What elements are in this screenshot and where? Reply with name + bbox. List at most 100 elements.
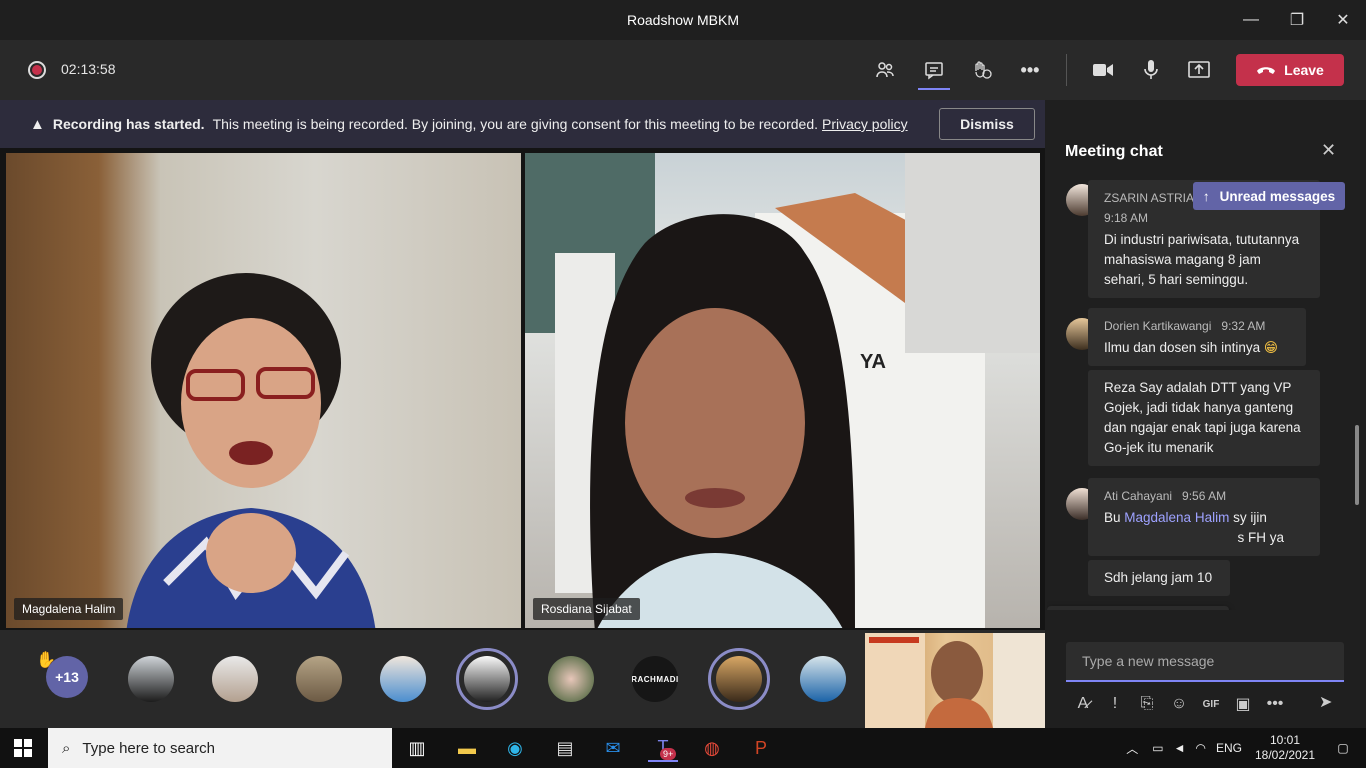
message-author: Ati Cahayani bbox=[1104, 489, 1173, 503]
arrow-up-icon: ↑ bbox=[1202, 188, 1210, 204]
participant-name-label: Rosdiana Sijabat bbox=[533, 598, 640, 620]
message-author: Dorien Kartikawangi bbox=[1104, 319, 1212, 333]
banner-title: Recording has started. bbox=[52, 116, 205, 132]
chevron-up-icon[interactable]: ︿ bbox=[1126, 740, 1138, 757]
notifications-icon[interactable]: ▢ bbox=[1320, 741, 1366, 755]
reactions-icon[interactable] bbox=[968, 57, 996, 83]
avatar[interactable] bbox=[128, 656, 174, 702]
chrome-icon[interactable]: ◍ bbox=[697, 734, 727, 762]
message-time: 9:32 AM bbox=[1221, 319, 1266, 333]
attach-icon[interactable]: ⎘ bbox=[1131, 695, 1163, 713]
sticker-icon[interactable]: ▣ bbox=[1227, 694, 1259, 714]
meeting-timer: 02:13:58 bbox=[61, 61, 116, 77]
close-chat-icon[interactable]: ✕ bbox=[1321, 140, 1336, 161]
search-placeholder: Type here to search bbox=[82, 739, 215, 757]
battery-icon[interactable]: ▭ bbox=[1152, 741, 1163, 755]
chat-title: Meeting chat bbox=[1065, 143, 1163, 160]
wifi-icon[interactable]: ◠ bbox=[1196, 741, 1206, 755]
avatar[interactable] bbox=[380, 656, 426, 702]
chat-message[interactable]: Ati Cahayani 9:56 AM Bu Magdalena Halim s… bbox=[1088, 478, 1320, 556]
self-video-thumbnail[interactable] bbox=[865, 633, 1045, 728]
meeting-chat-panel: Meeting chat ✕ ZSARIN ASTRIA F 9:18 AM Di… bbox=[1047, 100, 1366, 728]
gif-icon[interactable]: GIF bbox=[1195, 699, 1227, 710]
share-screen-icon[interactable] bbox=[1185, 57, 1213, 83]
window-title: Roadshow MBKM bbox=[626, 12, 740, 28]
avatar[interactable] bbox=[708, 648, 770, 710]
camera-icon[interactable] bbox=[1089, 57, 1117, 83]
participants-icon[interactable] bbox=[871, 57, 899, 83]
taskbar-search[interactable]: ⌕ Type here to search bbox=[48, 728, 392, 768]
important-icon[interactable]: ! bbox=[1099, 695, 1131, 713]
avatar[interactable]: RACHMADI bbox=[632, 656, 678, 702]
compose-toolbar: A̷ ! ⎘ ☺ GIF ▣ ••• bbox=[1067, 692, 1347, 716]
unread-label: Unread messages bbox=[1219, 188, 1336, 204]
leave-label: Leave bbox=[1284, 62, 1324, 78]
clock-time: 10:01 bbox=[1269, 733, 1301, 747]
language-indicator[interactable]: ENG bbox=[1216, 741, 1242, 755]
message-text: Reza Say adalah DTT yang VP Gojek, jadi … bbox=[1104, 380, 1301, 455]
video-tile[interactable]: Magdalena Halim bbox=[6, 153, 521, 628]
more-options-icon[interactable]: ••• bbox=[1016, 57, 1044, 83]
store-icon[interactable]: ▤ bbox=[550, 734, 580, 762]
message-author: ZSARIN ASTRIA F bbox=[1104, 191, 1205, 205]
dismiss-button[interactable]: Dismiss bbox=[939, 108, 1035, 140]
avatar[interactable] bbox=[800, 656, 846, 702]
volume-icon[interactable]: ◄ bbox=[1174, 741, 1186, 755]
window-titlebar: Roadshow MBKM — ❐ ✕ bbox=[0, 0, 1366, 40]
chat-message[interactable]: Sdh jelang jam 10 bbox=[1088, 560, 1230, 596]
clock-date: 18/02/2021 bbox=[1254, 748, 1316, 762]
participant-video bbox=[590, 214, 855, 628]
recording-icon bbox=[28, 61, 46, 79]
participant-name-label: Magdalena Halim bbox=[14, 598, 124, 620]
teams-notification-badge: 9+ bbox=[660, 748, 677, 760]
clock[interactable]: 10:01 18/02/2021 bbox=[1250, 733, 1320, 763]
warning-icon: ▲ bbox=[30, 115, 45, 133]
avatar[interactable] bbox=[212, 656, 258, 702]
chat-icon[interactable] bbox=[920, 57, 948, 83]
windows-taskbar: ⌕ Type here to search ▥ ▬ ◉ ▤ ✉ T ◍ P ︿ … bbox=[0, 728, 1366, 768]
more-compose-icon[interactable]: ••• bbox=[1259, 695, 1291, 713]
windows-start-icon[interactable] bbox=[8, 734, 38, 762]
avatar[interactable] bbox=[548, 656, 594, 702]
chat-active-indicator bbox=[918, 88, 950, 90]
chat-message[interactable]: Reza Say adalah DTT yang VP Gojek, jadi … bbox=[1088, 370, 1320, 466]
chat-scrollbar[interactable] bbox=[1355, 425, 1359, 505]
participant-video bbox=[865, 633, 1045, 728]
system-tray: ︿ ▭ ◄ ◠ ENG 10:01 18/02/2021 ▢ bbox=[1126, 728, 1366, 768]
minimize-icon[interactable]: — bbox=[1228, 0, 1274, 40]
message-text: Di industri pariwisata, tututannya mahas… bbox=[1104, 232, 1300, 287]
grin-emoji-icon: 😁 bbox=[1263, 340, 1278, 355]
message-time: 9:56 AM bbox=[1182, 489, 1227, 503]
hang-up-icon bbox=[1257, 67, 1276, 74]
search-icon: ⌕ bbox=[62, 739, 71, 757]
send-icon[interactable]: ➤ bbox=[1319, 692, 1332, 712]
microphone-icon[interactable] bbox=[1137, 57, 1165, 83]
message-text: Ilmu dan dosen sih intinya bbox=[1104, 340, 1261, 355]
more-participants-button[interactable]: +13 bbox=[46, 656, 88, 698]
unread-messages-button[interactable]: ↑ Unread messages bbox=[1193, 182, 1345, 210]
close-icon[interactable]: ✕ bbox=[1320, 0, 1366, 40]
meeting-toolbar: 02:13:58 ••• Leave bbox=[0, 40, 1366, 100]
video-tile[interactable]: YA Rosdiana Sijabat bbox=[525, 153, 1040, 628]
mail-icon[interactable]: ✉ bbox=[598, 734, 628, 762]
avatar[interactable] bbox=[456, 648, 518, 710]
avatar[interactable] bbox=[296, 656, 342, 702]
toolbar-divider bbox=[1066, 54, 1067, 86]
format-icon[interactable]: A̷ bbox=[1067, 695, 1099, 713]
maximize-icon[interactable]: ❐ bbox=[1274, 0, 1320, 40]
participant-video bbox=[126, 273, 376, 628]
recording-banner: ▲ Recording has started. This meeting is… bbox=[0, 100, 1045, 148]
file-explorer-icon[interactable]: ▬ bbox=[452, 734, 482, 762]
task-view-icon[interactable]: ▥ bbox=[402, 734, 432, 762]
participant-strip: ✋ +13 RACHMADI bbox=[0, 630, 1045, 728]
chat-message[interactable]: Dorien Kartikawangi 9:32 AM Ilmu dan dose… bbox=[1088, 308, 1306, 366]
privacy-policy-link[interactable]: Privacy policy bbox=[822, 116, 908, 132]
video-stage: Magdalena Halim YA Rosdiana Sijabat bbox=[0, 148, 1045, 630]
leave-button[interactable]: Leave bbox=[1236, 54, 1344, 86]
powerpoint-icon[interactable]: P bbox=[746, 734, 776, 762]
edge-icon[interactable]: ◉ bbox=[500, 734, 530, 762]
emoji-icon[interactable]: ☺ bbox=[1163, 695, 1195, 713]
mention-link[interactable]: Magdalena Halim bbox=[1124, 510, 1229, 525]
message-input[interactable]: Type a new message bbox=[1066, 642, 1344, 682]
chat-message-list: ZSARIN ASTRIA F 9:18 AM Di industri pariw… bbox=[1047, 180, 1354, 610]
